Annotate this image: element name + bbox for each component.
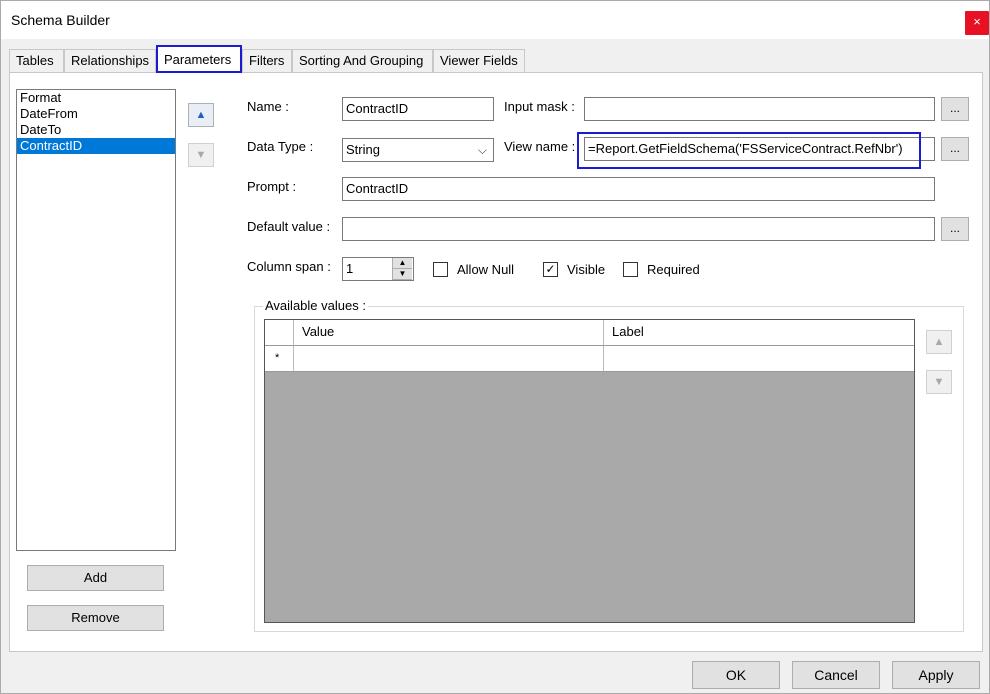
up-arrow-icon: ▲ [195,109,207,121]
prompt-label: Prompt : [247,179,297,194]
data-type-label: Data Type : [247,139,314,154]
values-move-down-button[interactable]: ▼ [926,370,952,394]
required-label: Required [647,262,700,277]
input-mask-input[interactable] [584,97,935,121]
value-cell[interactable] [294,346,604,371]
available-values-title: Available values : [263,298,368,313]
required-checkbox[interactable] [623,262,638,277]
tab-viewer-fields[interactable]: Viewer Fields [433,49,525,73]
data-type-select[interactable]: String ⌵ [342,138,494,162]
view-name-browse-button[interactable]: ... [941,137,969,161]
data-type-value: String [346,142,380,157]
input-mask-label: Input mask : [504,99,575,114]
visible-checkbox[interactable]: ✓ [543,262,558,277]
label-cell[interactable] [604,346,914,371]
column-span-label: Column span : [247,259,331,274]
view-name-label: View name : [504,139,576,154]
spin-down-icon[interactable]: ▼ [393,269,412,280]
allow-null-checkbox[interactable] [433,262,448,277]
tab-filters[interactable]: Filters [242,49,292,73]
column-header-value[interactable]: Value [294,320,604,345]
input-mask-browse-button[interactable]: ... [941,97,969,121]
list-item[interactable]: DateTo [17,122,175,138]
available-values-grid[interactable]: Value Label * [264,319,915,623]
cancel-button[interactable]: Cancel [792,661,880,689]
column-span-value: 1 [346,261,354,276]
add-button[interactable]: Add [27,565,164,591]
default-value-label: Default value : [247,219,331,234]
name-input[interactable]: ContractID [342,97,494,121]
view-name-highlight [577,132,921,169]
move-up-button[interactable]: ▲ [188,103,214,127]
chevron-down-icon: ⌵ [477,143,487,157]
tab-relationships[interactable]: Relationships [64,49,156,73]
schema-builder-window: Schema Builder × Tables Relationships Pa… [0,0,990,694]
new-row-marker: * [265,346,294,371]
close-button[interactable]: × [965,11,989,35]
table-row-new[interactable]: * [265,346,914,372]
apply-button[interactable]: Apply [892,661,980,689]
tab-sorting-and-grouping[interactable]: Sorting And Grouping [292,49,433,73]
checkmark-icon: ✓ [545,262,556,276]
parameters-listbox[interactable]: Format DateFrom DateTo ContractID [16,89,176,551]
column-header-label[interactable]: Label [604,320,914,345]
move-down-button[interactable]: ▼ [188,143,214,167]
values-move-up-button[interactable]: ▲ [926,330,952,354]
ok-button[interactable]: OK [692,661,780,689]
default-value-browse-button[interactable]: ... [941,217,969,241]
close-icon: × [973,14,981,29]
up-arrow-icon: ▲ [933,336,945,348]
default-value-input[interactable] [342,217,935,241]
tab-tables[interactable]: Tables [9,49,64,73]
spin-up-icon[interactable]: ▲ [393,258,412,269]
grid-header: Value Label [265,320,914,346]
name-label: Name : [247,99,289,114]
down-arrow-icon: ▼ [933,376,945,388]
list-item-selected[interactable]: ContractID [17,138,175,154]
title-bar: Schema Builder × [1,1,989,39]
prompt-input[interactable]: ContractID [342,177,935,201]
row-header-corner [265,320,294,345]
column-span-spin[interactable]: ▲ ▼ [392,258,412,280]
allow-null-label: Allow Null [457,262,515,277]
list-item[interactable]: Format [17,90,175,106]
window-title: Schema Builder [11,12,110,28]
down-arrow-icon: ▼ [195,149,207,161]
visible-label: Visible [567,262,606,277]
list-item[interactable]: DateFrom [17,106,175,122]
remove-button[interactable]: Remove [27,605,164,631]
tab-parameters[interactable]: Parameters [156,45,242,73]
